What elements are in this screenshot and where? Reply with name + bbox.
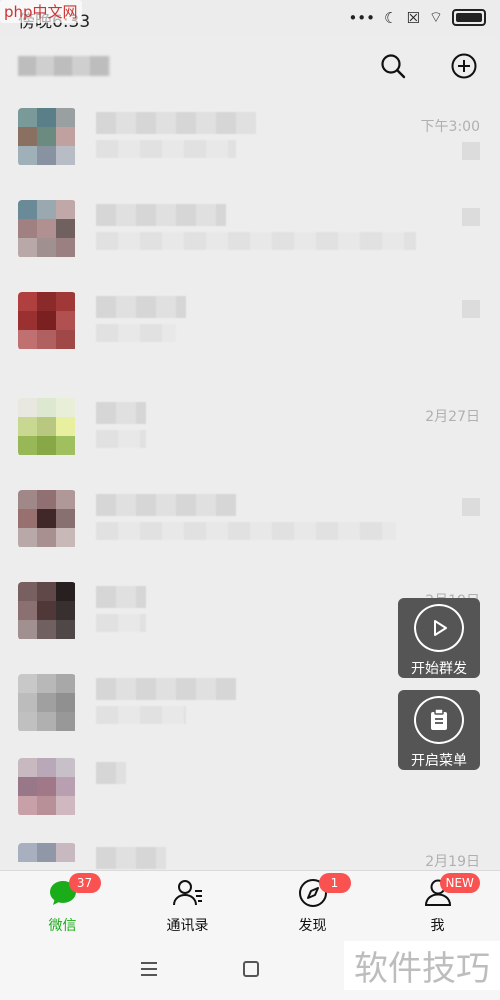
contacts-icon (172, 877, 204, 909)
tab-me-label: 我 (430, 918, 445, 934)
message-preview-blurred (96, 232, 416, 250)
add-button[interactable] (446, 48, 482, 84)
chat-item[interactable] (0, 188, 500, 280)
chat-item[interactable]: 2月27日 (0, 386, 500, 478)
avatar (18, 200, 76, 258)
tab-wechat-label: 微信 (48, 918, 77, 934)
contact-name-blurred (96, 847, 166, 869)
avatar (18, 758, 76, 816)
time-blurred (462, 208, 480, 226)
open-menu-button[interactable]: 开启菜单 (398, 690, 480, 770)
contact-name-blurred (96, 204, 226, 226)
message-preview-blurred (96, 522, 396, 540)
hamburger-icon (141, 962, 157, 976)
avatar (18, 398, 76, 456)
compass-icon: 1 (297, 873, 351, 909)
avatar (18, 292, 76, 350)
contact-name-blurred (96, 678, 236, 700)
unread-badge: 37 (68, 873, 101, 893)
chat-item[interactable] (0, 478, 500, 570)
start-group-send-button[interactable]: 开始群发 (398, 598, 480, 678)
contact-name-blurred (96, 112, 256, 134)
start-group-send-label: 开始群发 (411, 661, 467, 677)
person-icon: NEW (422, 873, 480, 909)
chat-item[interactable]: 下午3:00 (0, 96, 500, 188)
avatar (18, 108, 76, 166)
chat-time: 下午3:00 (420, 119, 480, 135)
message-preview-blurred (96, 324, 176, 342)
tab-discover[interactable]: 1 发现 (250, 873, 375, 941)
avatar (18, 674, 76, 732)
page-title-blurred (18, 56, 110, 76)
message-preview-blurred (96, 140, 236, 158)
search-icon (381, 54, 406, 79)
tab-wechat[interactable]: 37 微信 (0, 873, 125, 941)
mute-indicator-blurred (462, 142, 480, 160)
tab-contacts-label: 通讯录 (166, 918, 209, 934)
status-bar: 傍晚6:33 php中文网 ••• ☾ ☒ ⌔ (0, 0, 500, 38)
tab-me[interactable]: NEW 我 (375, 873, 500, 941)
contact-name-blurred (96, 402, 146, 424)
watermark-bottom: 软件技巧 (344, 941, 500, 990)
chat-bubble-icon: 37 (47, 873, 101, 909)
home-nav-button[interactable] (240, 958, 262, 980)
contact-name-blurred (96, 296, 186, 318)
play-icon (414, 604, 464, 652)
avatar (18, 582, 76, 640)
chat-time: 2月19日 (425, 854, 480, 870)
message-preview-blurred (96, 614, 146, 632)
battery-icon (452, 9, 486, 26)
plus-circle-icon (451, 53, 477, 79)
chat-item[interactable]: 2月19日 (0, 831, 500, 870)
new-badge: NEW (439, 873, 480, 893)
status-icons: ••• ☾ ☒ ⌔ (348, 8, 486, 27)
tab-discover-label: 发现 (298, 918, 327, 934)
menu-nav-button[interactable] (138, 958, 160, 980)
time-blurred (462, 498, 480, 516)
contact-name-blurred (96, 494, 236, 516)
wifi-icon: ⌔ (428, 8, 443, 26)
tab-bar: 37 微信 通讯录 1 发现 NEW 我 (0, 870, 500, 941)
chat-time: 2月27日 (425, 409, 480, 425)
search-button[interactable] (375, 48, 411, 84)
open-menu-label: 开启菜单 (411, 753, 467, 769)
chat-item[interactable] (0, 280, 500, 372)
no-sim-icon: ☒ (406, 8, 420, 27)
tab-contacts[interactable]: 通讯录 (125, 877, 250, 941)
header (0, 38, 500, 96)
contact-name-blurred (96, 762, 126, 784)
system-nav-bar: 软件技巧 (0, 940, 500, 1000)
avatar (18, 490, 76, 548)
message-preview-blurred (96, 430, 146, 448)
contact-name-blurred (96, 586, 146, 608)
watermark-top: php中文网 (0, 0, 82, 23)
clipboard-icon (414, 696, 464, 744)
moon-icon: ☾ (383, 8, 398, 27)
message-preview-blurred (96, 706, 186, 724)
discover-badge: 1 (318, 873, 351, 893)
square-icon (243, 961, 259, 977)
time-blurred (462, 300, 480, 318)
avatar (18, 843, 76, 870)
dots-icon: ••• (348, 8, 375, 27)
